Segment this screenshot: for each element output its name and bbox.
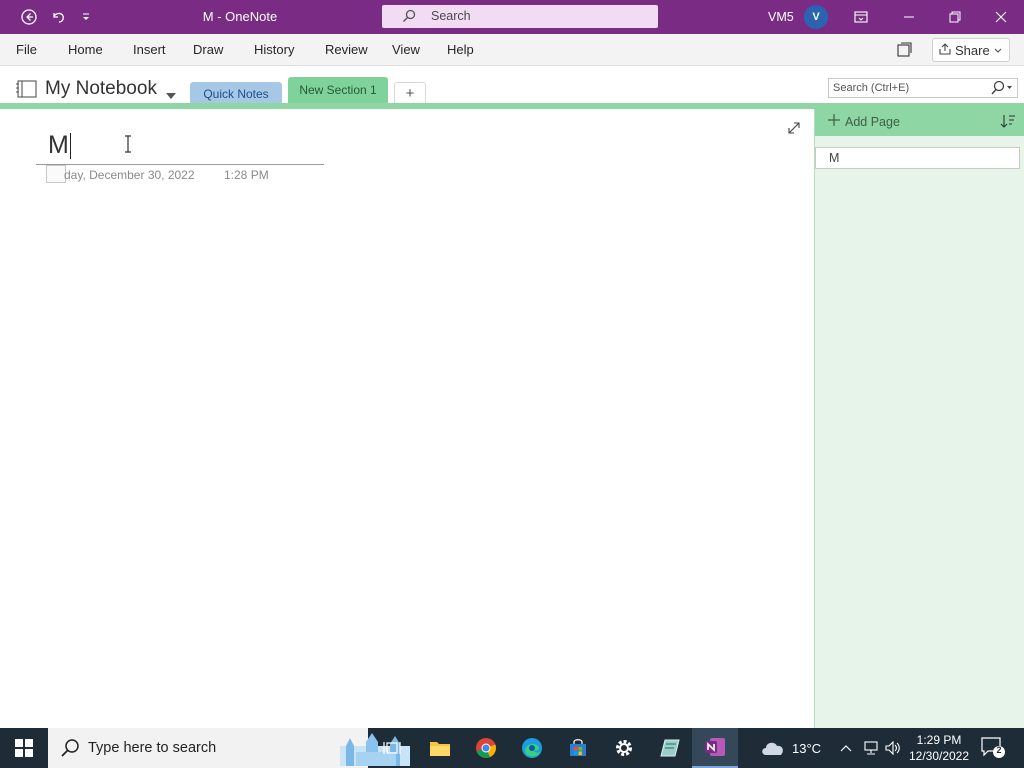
page-time[interactable]: 1:28 PM <box>224 168 269 182</box>
notebook-search-input[interactable]: Search (Ctrl+E) <box>828 78 1018 98</box>
share-label: Share <box>955 42 990 58</box>
title-bar: M - OneNote Search VM5 V <box>0 0 1024 34</box>
calendar-icon[interactable] <box>46 165 66 183</box>
chevron-up-icon[interactable] <box>834 728 858 768</box>
network-icon[interactable] <box>859 728 883 768</box>
search-icon <box>402 9 416 26</box>
clock[interactable]: 1:29 PM 12/30/2022 <box>906 732 972 764</box>
ribbon-display-icon[interactable] <box>838 0 884 34</box>
task-view-icon[interactable] <box>369 728 415 768</box>
close-icon[interactable] <box>978 0 1024 34</box>
share-icon <box>939 42 951 58</box>
tab-review[interactable]: Review <box>325 42 368 57</box>
customize-toolbar-icon[interactable] <box>72 0 100 34</box>
user-name[interactable]: VM5 <box>768 10 794 24</box>
notebook-bar: My Notebook Quick Notes New Section 1 + … <box>0 66 1024 108</box>
file-explorer-icon[interactable] <box>417 728 463 768</box>
i-beam-cursor-icon <box>123 135 133 158</box>
plus-icon <box>827 113 841 130</box>
microsoft-store-icon[interactable] <box>555 728 601 768</box>
page-title[interactable]: M <box>48 131 69 160</box>
app-icon[interactable] <box>647 728 693 768</box>
taskbar-search-placeholder: Type here to search <box>88 740 217 756</box>
tab-history[interactable]: History <box>254 42 294 57</box>
taskbar: Type here to search 13°C 1:29 PM 12/30/2… <box>0 728 1024 768</box>
tab-view[interactable]: View <box>392 42 420 57</box>
onenote-app-icon[interactable] <box>692 728 738 768</box>
title-search-label: Search <box>431 9 471 23</box>
clock-date: 12/30/2022 <box>908 749 970 763</box>
title-underline <box>36 164 324 165</box>
tab-help[interactable]: Help <box>447 42 474 57</box>
page-view-icon[interactable] <box>896 42 912 63</box>
chevron-down-icon <box>994 43 1002 58</box>
page-list-header: Add Page <box>815 109 1024 136</box>
page-list-pane: Add Page M <box>814 109 1024 728</box>
notebook-name[interactable]: My Notebook <box>45 78 157 100</box>
clock-time: 1:29 PM <box>916 733 962 747</box>
taskbar-search-box[interactable]: Type here to search <box>48 728 410 768</box>
expand-icon[interactable] <box>787 121 801 140</box>
notebook-icon[interactable] <box>14 80 38 103</box>
add-page-label: Add Page <box>845 114 900 129</box>
weather-widget[interactable]: 13°C <box>760 728 821 768</box>
share-button[interactable]: Share <box>932 38 1010 62</box>
undo-icon[interactable] <box>44 0 72 34</box>
notebook-dropdown-icon[interactable] <box>166 86 176 104</box>
text-caret <box>70 133 71 159</box>
avatar[interactable]: V <box>804 5 828 29</box>
window-title: M - OneNote <box>202 9 278 24</box>
sort-icon[interactable] <box>1000 113 1016 134</box>
tab-home[interactable]: Home <box>68 42 103 57</box>
notebook-search-placeholder: Search (Ctrl+E) <box>833 82 910 94</box>
page-list-item[interactable]: M <box>815 147 1020 169</box>
search-icon[interactable] <box>990 80 1014 99</box>
cloud-icon <box>760 738 786 759</box>
title-search-box[interactable]: Search <box>382 5 658 28</box>
tab-draw[interactable]: Draw <box>193 42 223 57</box>
notification-count: 2 <box>996 745 1002 755</box>
page-date[interactable]: day, December 30, 2022 <box>64 168 195 182</box>
add-page-button[interactable]: Add Page <box>827 113 900 130</box>
restore-icon[interactable] <box>932 0 978 34</box>
search-icon <box>60 738 80 763</box>
minimize-icon[interactable] <box>886 0 932 34</box>
edge-icon[interactable] <box>509 728 555 768</box>
chrome-icon[interactable] <box>463 728 509 768</box>
notification-icon[interactable]: 2 <box>980 736 1006 765</box>
weather-temperature: 13°C <box>792 740 822 756</box>
page-canvas[interactable]: M day, December 30, 2022 1:28 PM <box>0 109 814 728</box>
tab-insert[interactable]: Insert <box>133 42 166 57</box>
ribbon-tabs: File Home Insert Draw History Review Vie… <box>0 34 1024 66</box>
windows-start-icon[interactable] <box>0 728 48 768</box>
tab-file[interactable]: File <box>16 42 37 57</box>
back-icon[interactable] <box>15 0 43 34</box>
settings-gear-icon[interactable] <box>601 728 647 768</box>
volume-icon[interactable] <box>881 728 905 768</box>
